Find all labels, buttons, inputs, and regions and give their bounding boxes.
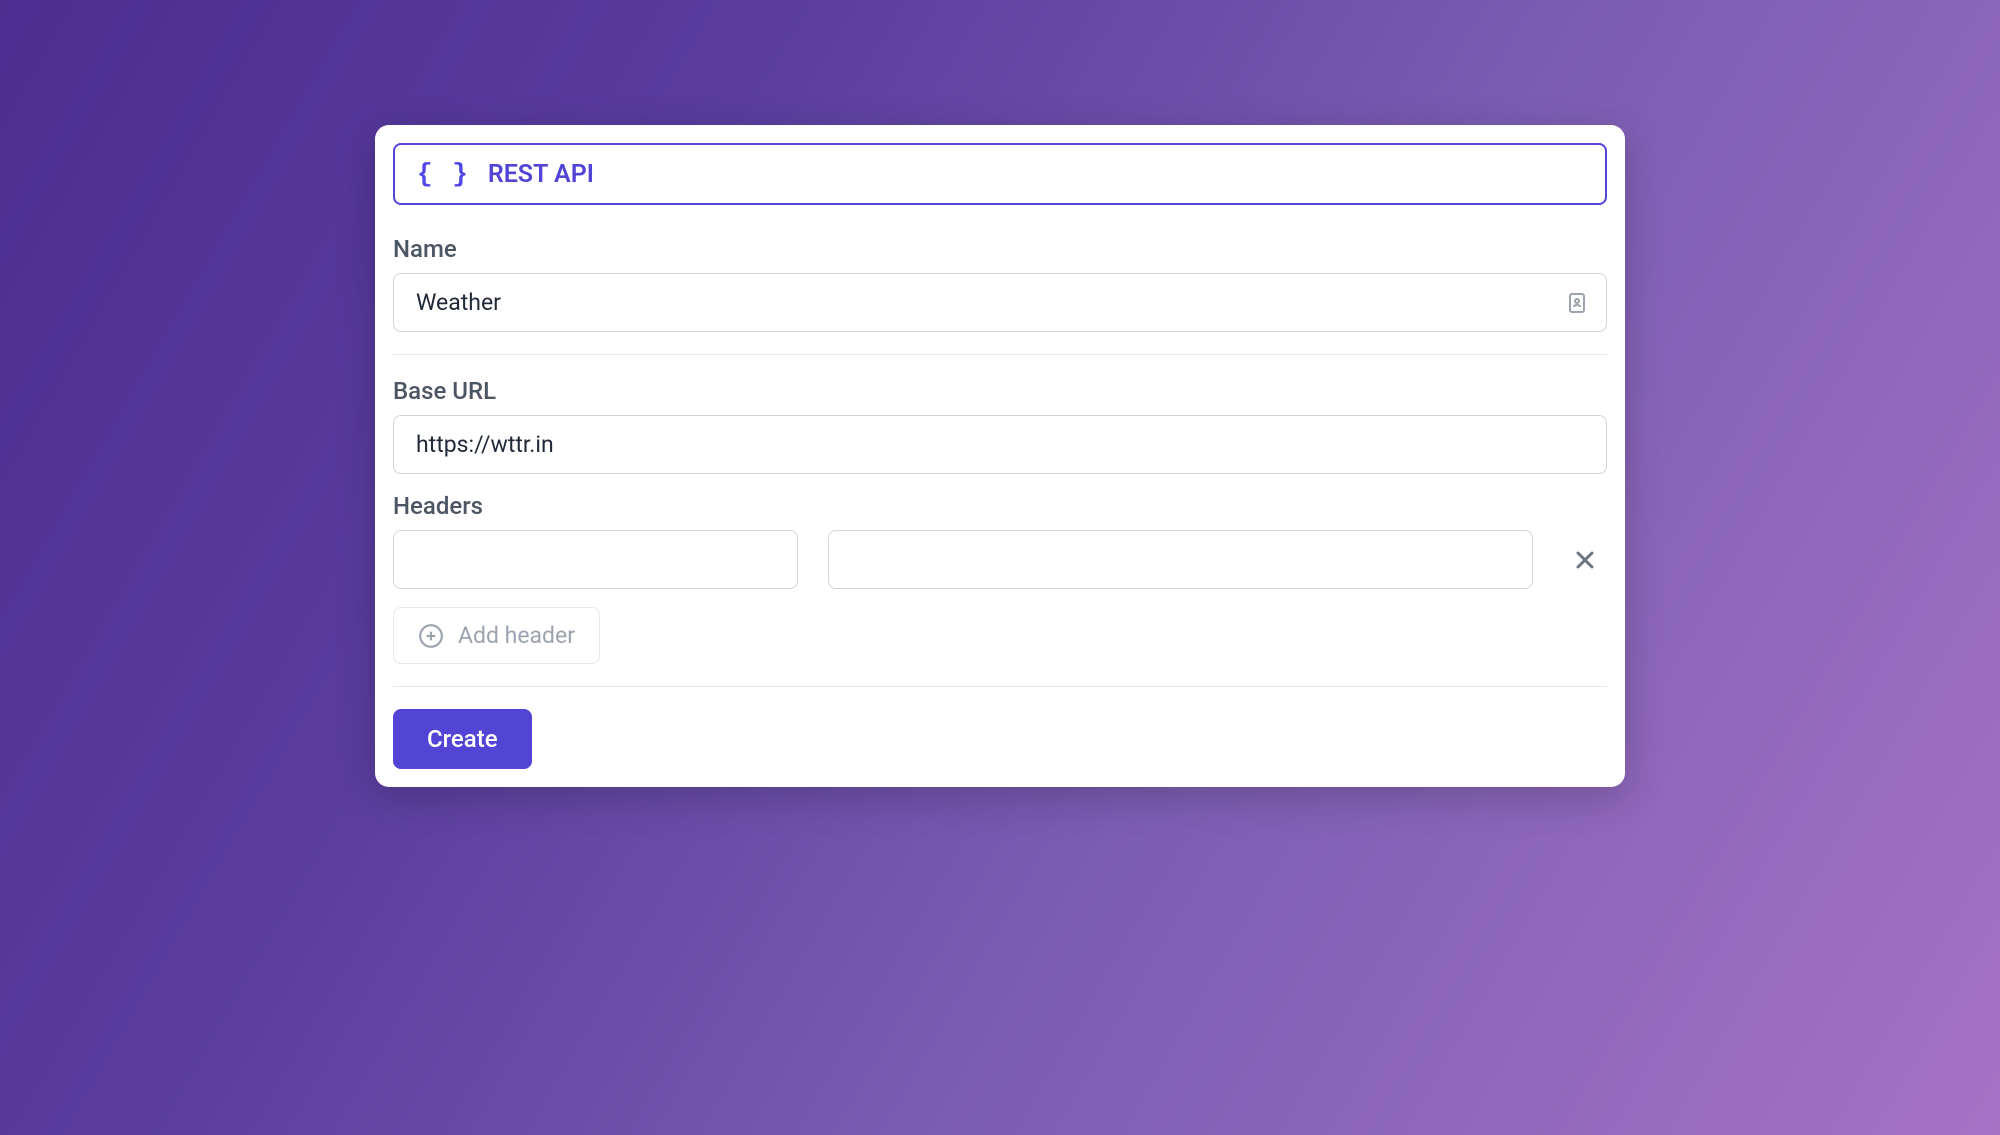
- plus-circle-icon: [418, 623, 444, 649]
- create-api-card: { } REST API Name Base URL Headers: [375, 125, 1625, 787]
- divider: [393, 686, 1607, 687]
- remove-header-button[interactable]: [1563, 538, 1607, 582]
- name-label: Name: [393, 235, 1607, 263]
- base-url-input[interactable]: [393, 415, 1607, 474]
- name-input-wrapper: [393, 273, 1607, 332]
- name-field-group: Name: [393, 235, 1607, 332]
- header-row: [393, 530, 1607, 589]
- name-input[interactable]: [393, 273, 1607, 332]
- header-value-input[interactable]: [828, 530, 1533, 589]
- add-header-button[interactable]: Add header: [393, 607, 600, 664]
- headers-field-group: Headers Add header: [393, 492, 1607, 664]
- close-icon: [1571, 546, 1599, 574]
- add-header-label: Add header: [458, 622, 575, 649]
- create-button[interactable]: Create: [393, 709, 532, 769]
- base-url-label: Base URL: [393, 377, 1607, 405]
- headers-label: Headers: [393, 492, 1607, 520]
- api-type-title: REST API: [488, 160, 594, 189]
- contact-icon: [1565, 291, 1589, 315]
- base-url-field-group: Base URL: [393, 377, 1607, 474]
- api-type-badge: { } REST API: [393, 143, 1607, 205]
- header-key-input[interactable]: [393, 530, 798, 589]
- divider: [393, 354, 1607, 355]
- braces-icon: { }: [417, 159, 470, 189]
